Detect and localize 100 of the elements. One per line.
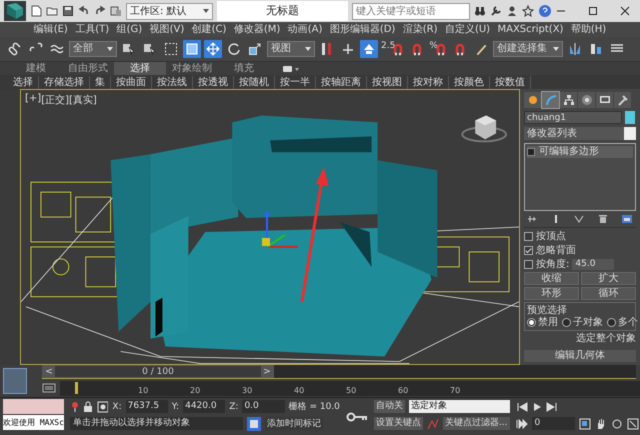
sun-icon[interactable] [524,92,541,108]
panel-button[interactable]: 循环 [581,287,636,300]
wrench-icon[interactable] [490,5,502,17]
z-coordinate-field[interactable]: 0.0 [242,400,285,413]
dashed-square-icon[interactable] [162,40,180,58]
hierarchy-icon[interactable] [560,92,577,108]
menu-item[interactable]: 组(G) [116,22,142,37]
radio-button[interactable] [562,318,571,327]
maximize-viewport-icon[interactable] [626,418,638,430]
configure-icon[interactable] [621,214,633,224]
viewport-label[interactable]: [+] [25,93,42,107]
selection-dropdown[interactable]: 选定对象 [408,400,510,413]
rollout-header[interactable]: 编辑几何体 [524,350,636,362]
object-name-field[interactable]: chuang1 [524,111,622,124]
viewport-label[interactable]: [真实] [69,93,97,107]
panel-button[interactable]: 收缩 [524,272,579,285]
menu-item[interactable]: 帮助(H) [570,22,606,37]
radio-button[interactable] [607,318,616,327]
checkbox[interactable] [524,246,533,254]
toolbar-dropdown[interactable]: 创建选择集 [492,41,563,57]
checkbox[interactable] [524,260,533,268]
panel-button[interactable]: 扩大 [581,272,636,285]
workspace-dropdown[interactable]: 工作区: 默认 [126,2,214,20]
help-icon[interactable] [538,4,552,18]
ribbon-options-icon[interactable] [282,64,300,72]
toolbar-dropdown[interactable]: 全部 [69,41,117,57]
radio-button[interactable] [527,318,536,327]
orbit-icon[interactable] [610,418,622,430]
set-key-button[interactable]: 设置关键点 [374,417,423,430]
menu-item[interactable]: 渲染(R) [402,22,438,37]
angle-spinner-field[interactable]: 45.0 [572,258,614,270]
menu-item[interactable]: 视图(V) [150,22,184,37]
trash-icon[interactable] [598,214,608,224]
menu-item[interactable]: MAXScript(X) [497,22,564,37]
binoculars-icon[interactable] [474,5,486,17]
modifier-stack-item[interactable]: 可编辑多边形 [527,146,633,158]
pin-icon[interactable] [527,214,537,224]
project-icon[interactable] [110,5,122,17]
object-color-swatch[interactable] [625,111,635,124]
move-gizmo-icon[interactable] [262,210,298,248]
current-frame-field[interactable]: 0 [532,417,574,430]
viewport[interactable]: [+][正交][真实] [20,89,520,365]
auto-key-button[interactable]: 自动关 [374,400,405,413]
redo-icon[interactable] [94,5,106,17]
hammer-icon[interactable] [614,92,631,108]
ribbon-tab[interactable]: 选择 [114,62,166,75]
pin-icon[interactable] [70,400,80,412]
timeline-ruler[interactable]: 10 20 30 40 50 60 70 [60,380,640,396]
menu-item[interactable]: 创建(C) [192,22,226,37]
key-icon[interactable] [346,412,368,422]
maximize-icon[interactable] [588,6,598,16]
arrow-up-icon[interactable] [360,40,378,58]
save-icon[interactable] [62,5,74,17]
menu-item[interactable]: 修改器(M) [234,22,280,37]
toolbar-dropdown[interactable]: 视图 [267,41,315,57]
search-field[interactable]: 键入关键字或短语 [352,2,470,20]
zoom-extents-icon[interactable] [578,418,590,430]
ribbon-tab[interactable]: 对象绘制 [166,62,218,75]
viewport-label[interactable]: [正交] [41,93,69,107]
x-coordinate-field[interactable]: 7637.5 [126,400,168,413]
checkbox[interactable] [524,232,533,240]
y-coordinate-field[interactable]: 4420.0 [183,400,226,413]
app-logo-icon[interactable] [4,1,26,21]
ribbon-tab[interactable]: 自由形式 [62,62,114,75]
star-icon[interactable] [522,5,534,17]
previous-frame-button[interactable]: < [43,366,55,377]
panel-button[interactable]: 环形 [524,287,579,300]
square-icon[interactable] [183,40,201,58]
monitor-icon[interactable] [596,92,613,108]
next-frame-button[interactable]: > [261,366,273,377]
key-curve-icon[interactable] [426,418,439,430]
absolute-mode-icon[interactable] [96,400,108,412]
menu-item[interactable]: 自定义(U) [444,22,490,37]
person-icon[interactable] [506,5,518,17]
menu-item[interactable]: 编辑(E) [34,22,68,37]
move-icon[interactable] [204,40,222,58]
undo-icon[interactable] [78,5,90,17]
curve-editor-icon[interactable] [42,383,56,393]
time-slider-track[interactable]: < 0 / 100 > [42,365,636,379]
fork-icon[interactable] [574,214,584,224]
lock-icon[interactable] [83,400,93,412]
key-filters-button[interactable]: 关键点过滤器... [442,417,510,430]
play-icon[interactable] [532,402,542,412]
time-tag-icon[interactable] [246,416,261,430]
time-config-icon[interactable] [516,418,528,428]
menu-item[interactable]: 工具(T) [75,22,110,37]
add-time-tag-field[interactable]: 添加时间标记 [264,417,323,430]
view-cube-icon[interactable] [461,115,508,142]
go-to-start-icon[interactable] [516,402,528,412]
folder-icon[interactable] [46,5,58,17]
ribbon-tab[interactable]: 填充 [218,62,270,75]
script-listener-field[interactable] [3,399,64,414]
menu-item[interactable]: 图形编辑器(D) [330,22,396,37]
menu-item[interactable]: 动画(A) [288,22,322,37]
time-slider-thumb[interactable]: < 0 / 100 > [42,365,274,378]
close-icon[interactable] [620,6,630,16]
go-to-end-icon[interactable] [546,402,558,412]
ribbon-tab[interactable]: 建模 [10,62,62,75]
modifier-list-dropdown[interactable]: 修改器列表 [524,127,636,140]
new-file-icon[interactable] [30,5,42,17]
